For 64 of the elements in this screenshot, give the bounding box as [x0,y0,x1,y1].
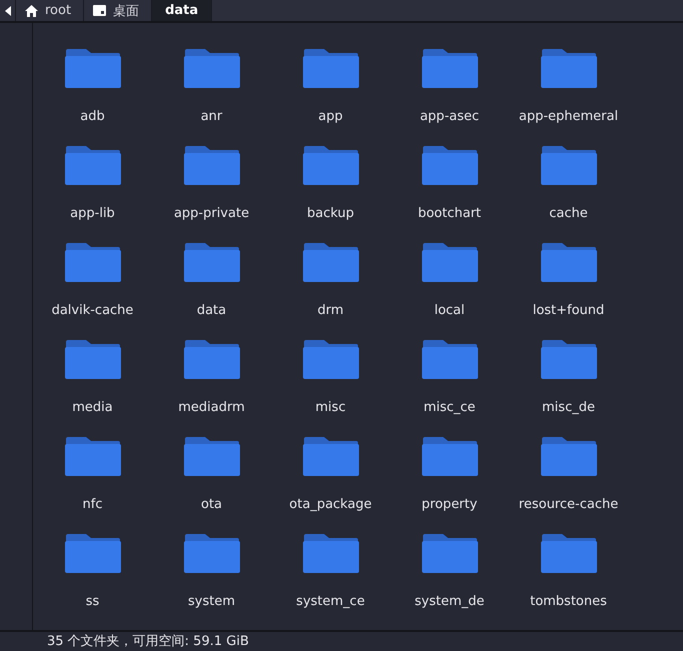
home-icon [25,4,38,16]
folder-item[interactable]: lost+found [509,239,628,336]
folder-item[interactable]: anr [152,45,271,142]
folder-item[interactable]: system [152,530,271,627]
folder-icon [302,47,360,89]
folder-item[interactable]: property [390,433,509,530]
folder-item[interactable]: tombstones [509,530,628,627]
folder-item[interactable]: media [33,336,152,433]
folder-item[interactable]: system_de [390,530,509,627]
folder-item[interactable]: local [390,239,509,336]
tab[interactable]: data [152,0,212,21]
folder-icon [420,241,478,283]
folder-icon [420,144,478,186]
folder-icon [302,435,360,477]
folder-icon [540,241,598,283]
folder-icon [302,338,360,380]
folder-item[interactable]: resource-cache [509,433,628,530]
window-icon [93,5,106,16]
folder-icon [64,241,122,283]
folder-icon [64,338,122,380]
folder-icon [420,47,478,89]
folder-icon [540,47,598,89]
folder-item[interactable]: app-asec [390,45,509,142]
folder-item[interactable]: adb [33,45,152,142]
folder-icon [302,532,360,574]
folder-item[interactable]: app-ephemeral [509,45,628,142]
folder-item[interactable]: cache [509,142,628,239]
folder-item[interactable]: nfc [33,433,152,530]
folder-item[interactable]: system_ce [271,530,390,627]
folder-icon [182,338,240,380]
folder-item[interactable]: dalvik-cache [33,239,152,336]
folder-icon [420,435,478,477]
folder-icon [182,47,240,89]
folder-icon [540,338,598,380]
folder-icon [540,144,598,186]
folder-item[interactable]: misc_de [509,336,628,433]
folder-icon [540,532,598,574]
folder-icon [302,144,360,186]
folder-item[interactable]: backup [271,142,390,239]
folder-item[interactable]: misc [271,336,390,433]
folder-item[interactable]: mediadrm [152,336,271,433]
folder-item[interactable]: app-lib [33,142,152,239]
left-arrow-icon [4,6,10,16]
folder-icon [540,435,598,477]
folder-item[interactable]: ota [152,433,271,530]
folder-icon [64,47,122,89]
folder-icon [420,532,478,574]
folder-item[interactable]: misc_ce [390,336,509,433]
folder-item[interactable]: bootchart [390,142,509,239]
folder-item[interactable]: drm [271,239,390,336]
folder-icon [64,144,122,186]
folder-icon [182,532,240,574]
folder-icon [182,435,240,477]
folder-item[interactable]: ota_package [271,433,390,530]
folder-icon [64,532,122,574]
folder-item[interactable]: app-private [152,142,271,239]
folder-item[interactable]: data [152,239,271,336]
folder-item[interactable]: app [271,45,390,142]
folder-icon [420,338,478,380]
folder-item[interactable]: ss [33,530,152,627]
folder-icon [64,435,122,477]
folder-icon [302,241,360,283]
folder-icon [182,241,240,283]
folder-icon [182,144,240,186]
